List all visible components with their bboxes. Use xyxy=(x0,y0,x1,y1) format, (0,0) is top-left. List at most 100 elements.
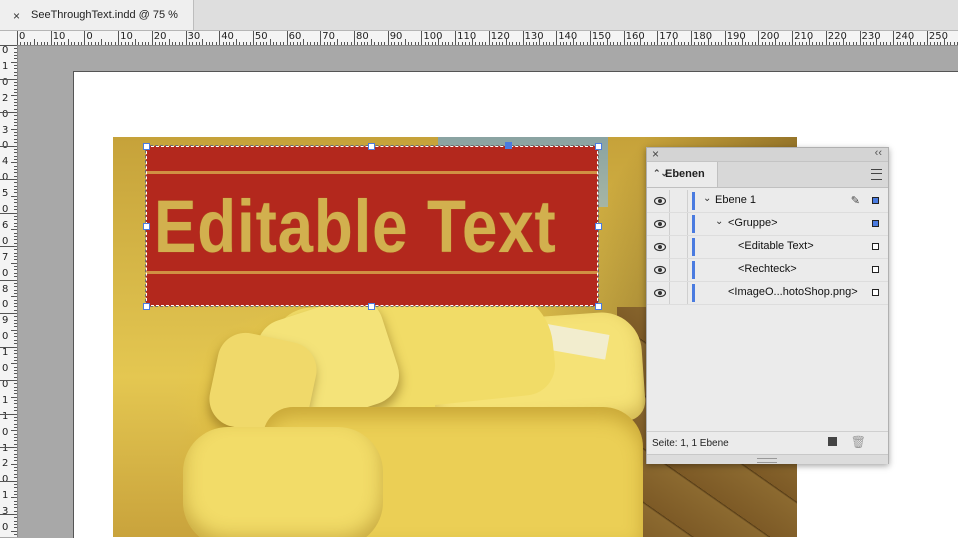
ruler-tick xyxy=(14,353,17,355)
ruler-tick xyxy=(104,42,106,45)
ruler-tick xyxy=(364,42,366,45)
ruler-tick xyxy=(711,42,713,45)
ruler-tick xyxy=(14,202,17,204)
layer-name[interactable]: Ebene 1 xyxy=(715,194,756,206)
ruler-tick xyxy=(286,31,288,45)
trash-icon[interactable]: 🗑 xyxy=(851,435,866,449)
ruler-tick xyxy=(418,42,420,45)
ruler-label: 9 xyxy=(2,315,9,327)
visibility-eye-icon[interactable] xyxy=(654,287,666,299)
selection-handle[interactable] xyxy=(143,223,150,230)
ruler-tick xyxy=(0,313,17,314)
selection-handle[interactable] xyxy=(368,303,375,310)
ruler-tick xyxy=(916,42,918,45)
ruler-tick xyxy=(14,423,17,425)
ruler-tick xyxy=(205,42,207,45)
ruler-tick xyxy=(441,42,443,45)
layer-row-editable-text[interactable]: <Editable Text> xyxy=(647,236,888,259)
ruler-tick xyxy=(225,42,227,45)
panel-title-bar[interactable]: × ‹‹ xyxy=(647,147,888,162)
ruler-tick xyxy=(14,138,17,140)
vertical-ruler[interactable]: 0102030405060708090100110120130 xyxy=(0,45,18,537)
ruler-tick xyxy=(14,326,17,328)
panel-resize-grip[interactable] xyxy=(647,454,888,464)
tab-ebenen[interactable]: ⌃⌄ Ebenen xyxy=(647,162,718,187)
selection-indicator[interactable] xyxy=(872,243,879,250)
ruler-tick xyxy=(438,39,440,45)
ruler-tick xyxy=(172,42,174,45)
ruler-tick xyxy=(920,42,922,45)
horizontal-ruler[interactable]: 0 10 0 10 20 30 40 50 60 70 80 90 100 110 120 130 140 150… xyxy=(17,31,958,46)
close-panel-icon[interactable]: × xyxy=(652,147,659,161)
ruler-tick xyxy=(14,91,17,93)
ruler-tick xyxy=(424,42,426,45)
selection-indicator[interactable] xyxy=(872,197,879,204)
layer-row-rechteck[interactable]: <Rechteck> xyxy=(647,259,888,282)
ruler-tick xyxy=(394,42,396,45)
ruler-tick xyxy=(421,31,423,45)
ruler-tick xyxy=(40,42,42,45)
ruler-label: 240 xyxy=(895,31,915,42)
ruler-tick xyxy=(14,215,17,217)
ruler-tick xyxy=(829,42,831,45)
ruler-tick xyxy=(14,477,17,479)
visibility-eye-icon[interactable] xyxy=(654,195,666,207)
selection-handle[interactable] xyxy=(143,303,150,310)
layer-row-ebene-1[interactable]: ⌄ Ebene 1 ✎ xyxy=(647,190,888,213)
ruler-label: 120 xyxy=(490,31,510,42)
selection-indicator[interactable] xyxy=(872,289,879,296)
visibility-eye-icon[interactable] xyxy=(654,241,666,253)
selection-indicator[interactable] xyxy=(872,220,879,227)
selection-handle[interactable] xyxy=(368,143,375,150)
ruler-tick xyxy=(276,42,278,45)
ruler-tick xyxy=(768,42,770,45)
layer-row-image[interactable]: <ImageO...hotoShop.png> xyxy=(647,282,888,305)
collapse-panel-icon[interactable]: ‹‹ xyxy=(875,147,882,159)
new-layer-icon[interactable] xyxy=(828,437,837,446)
ruler-tick xyxy=(111,42,113,45)
layer-name[interactable]: <ImageO...hotoShop.png> xyxy=(728,286,858,298)
ruler-tick xyxy=(741,39,743,45)
ruler-tick xyxy=(478,42,480,45)
ruler-tick xyxy=(482,42,484,45)
ruler-tick xyxy=(81,42,83,45)
ruler-tick xyxy=(14,192,17,194)
ruler-tick xyxy=(47,42,49,45)
ruler-tick xyxy=(246,42,248,45)
content-grabber-handle[interactable] xyxy=(505,142,512,149)
close-tab-icon[interactable]: × xyxy=(13,9,20,23)
ruler-tick xyxy=(0,447,17,448)
selection-handle[interactable] xyxy=(595,143,602,150)
ruler-tick xyxy=(14,71,17,73)
ruler-tick xyxy=(14,534,17,536)
chevron-down-icon[interactable]: ⌄ xyxy=(715,216,723,227)
ruler-tick xyxy=(313,42,315,45)
ruler-tick xyxy=(14,490,17,492)
ruler-tick xyxy=(785,42,787,45)
ruler-tick xyxy=(505,39,507,45)
selection-handle[interactable] xyxy=(595,223,602,230)
ruler-tick xyxy=(33,39,35,45)
document-tab[interactable]: × SeeThroughText.indd @ 75 % xyxy=(0,0,194,30)
chevron-down-icon[interactable]: ⌄ xyxy=(703,193,711,204)
ruler-tick xyxy=(14,266,17,268)
ruler-tick xyxy=(14,51,17,53)
layer-name[interactable]: <Editable Text> xyxy=(738,240,814,252)
layer-name[interactable]: <Gruppe> xyxy=(728,217,778,229)
visibility-eye-icon[interactable] xyxy=(654,264,666,276)
layer-row-gruppe[interactable]: ⌄ <Gruppe> xyxy=(647,213,888,236)
ruler-label: 140 xyxy=(558,31,578,42)
column-divider xyxy=(669,213,670,235)
visibility-eye-icon[interactable] xyxy=(654,218,666,230)
ruler-origin[interactable] xyxy=(0,31,18,46)
ruler-tick xyxy=(11,195,17,197)
selection-indicator[interactable] xyxy=(872,266,879,273)
panel-menu-icon[interactable] xyxy=(871,169,882,180)
ruler-label: 8 xyxy=(2,283,9,295)
selection-handle[interactable] xyxy=(595,303,602,310)
ruler-tick xyxy=(691,31,692,45)
ruler-tick xyxy=(744,42,746,45)
selection-handle[interactable] xyxy=(143,143,150,150)
ruler-tick xyxy=(357,42,359,45)
layer-name[interactable]: <Rechteck> xyxy=(738,263,797,275)
